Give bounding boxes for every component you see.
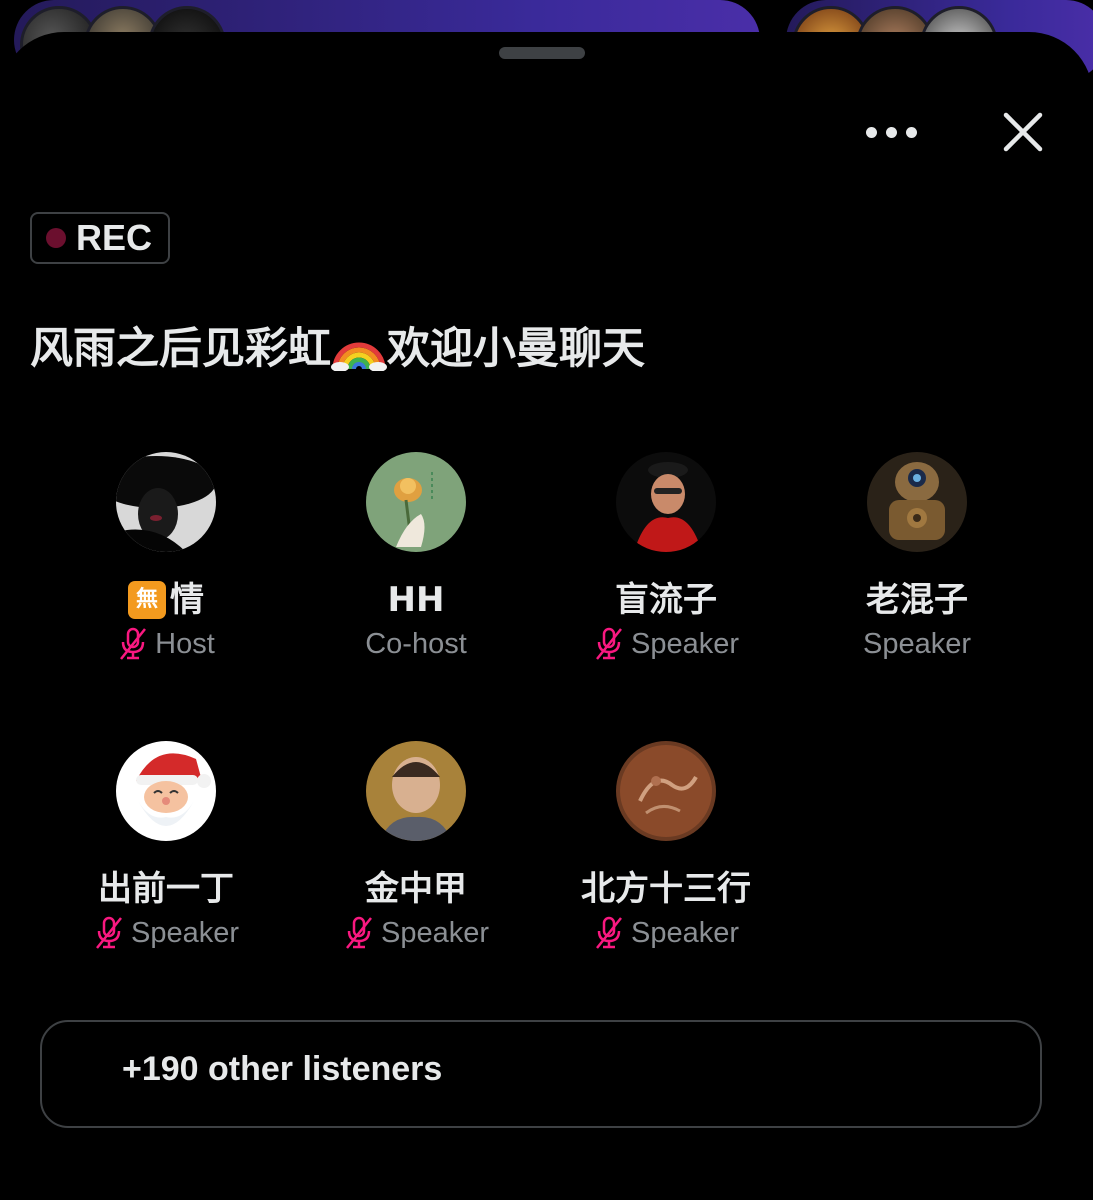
participant-name: HH xyxy=(291,578,541,622)
participant-speaker[interactable]: 盲流子 Speaker xyxy=(541,452,791,666)
more-dot-icon xyxy=(885,126,897,138)
steampunk-robot-avatar xyxy=(867,452,967,552)
participant-host[interactable]: 無情 Host xyxy=(41,452,291,666)
participant-name: 金中甲 xyxy=(291,867,541,911)
participant-name-text: 金中甲 xyxy=(365,869,467,909)
woman-in-black-hat-avatar xyxy=(116,452,216,552)
rainbow-icon xyxy=(331,321,387,372)
participant-speaker[interactable]: 金中甲 Speaker xyxy=(291,741,541,955)
more-dot-icon xyxy=(905,126,917,138)
participant-name-text: 老混子 xyxy=(866,580,968,620)
space-title-suffix: 欢迎小曼聊天 xyxy=(387,324,645,374)
participant-name: 出前一丁 xyxy=(41,867,291,911)
mic-off-icon xyxy=(596,916,622,949)
participant-name: 盲流子 xyxy=(541,578,791,622)
participant-name-text: 情 xyxy=(170,580,204,620)
participant-role-text: Speaker xyxy=(130,917,239,949)
participant-speaker[interactable]: 老混子 Speaker xyxy=(792,452,1042,666)
participant-role: Co-host xyxy=(291,622,541,666)
participant-role-text: Co-host xyxy=(365,628,467,660)
participant-role-text: Speaker xyxy=(862,628,971,660)
participant-name: 老混子 xyxy=(792,578,1042,622)
participant-role: Speaker xyxy=(541,911,791,955)
participant-speaker[interactable]: 北方十三行 Speaker xyxy=(541,741,791,955)
participant-role: Speaker xyxy=(541,622,791,666)
mic-off-icon xyxy=(120,627,147,660)
participant-role: Speaker xyxy=(291,911,541,955)
more-dot-icon xyxy=(865,126,877,138)
participant-name-text: 出前一丁 xyxy=(98,869,234,909)
bald-man-avatar xyxy=(366,741,466,841)
more-options-button[interactable] xyxy=(856,110,926,154)
lotus-flower-avatar xyxy=(366,452,466,552)
participant-name-text: HH xyxy=(387,580,445,620)
recording-badge: REC xyxy=(30,212,170,264)
space-title: 风雨之后见彩虹 欢迎小曼聊天 xyxy=(30,314,645,376)
bronze-coin-avatar xyxy=(616,741,716,841)
participant-role-text: Host xyxy=(155,628,215,660)
participant-role-text: Speaker xyxy=(630,628,739,660)
santa-claus-avatar xyxy=(116,741,216,841)
recording-dot-icon xyxy=(46,228,66,248)
other-listeners-label: +190 other listeners xyxy=(122,1050,443,1088)
participant-speaker[interactable]: 出前一丁 Speaker xyxy=(41,741,291,955)
mic-off-icon xyxy=(346,916,372,949)
drag-handle[interactable] xyxy=(499,47,585,59)
badge-icon: 無 xyxy=(128,581,166,619)
participant-name-text: 北方十三行 xyxy=(581,869,751,909)
participant-name: 北方十三行 xyxy=(541,867,791,911)
close-button[interactable] xyxy=(998,107,1048,157)
space-title-text: 风雨之后见彩虹 xyxy=(30,324,331,374)
participant-role-text: Speaker xyxy=(630,917,739,949)
participant-name-text: 盲流子 xyxy=(615,580,717,620)
mic-off-icon xyxy=(96,916,122,949)
participant-cohost[interactable]: HH Co-host xyxy=(291,452,541,666)
participant-role: Speaker xyxy=(792,622,1042,666)
participant-role: Speaker xyxy=(41,911,291,955)
participant-name: 無情 xyxy=(41,578,291,622)
participant-role: Host xyxy=(41,622,291,666)
mic-off-icon xyxy=(596,627,622,660)
recording-label: REC xyxy=(76,217,153,258)
other-listeners-button[interactable]: +190 other listeners xyxy=(40,1020,1042,1128)
participant-role-text: Speaker xyxy=(380,917,489,949)
close-icon xyxy=(1003,112,1043,152)
man-red-scarf-avatar xyxy=(616,452,716,552)
